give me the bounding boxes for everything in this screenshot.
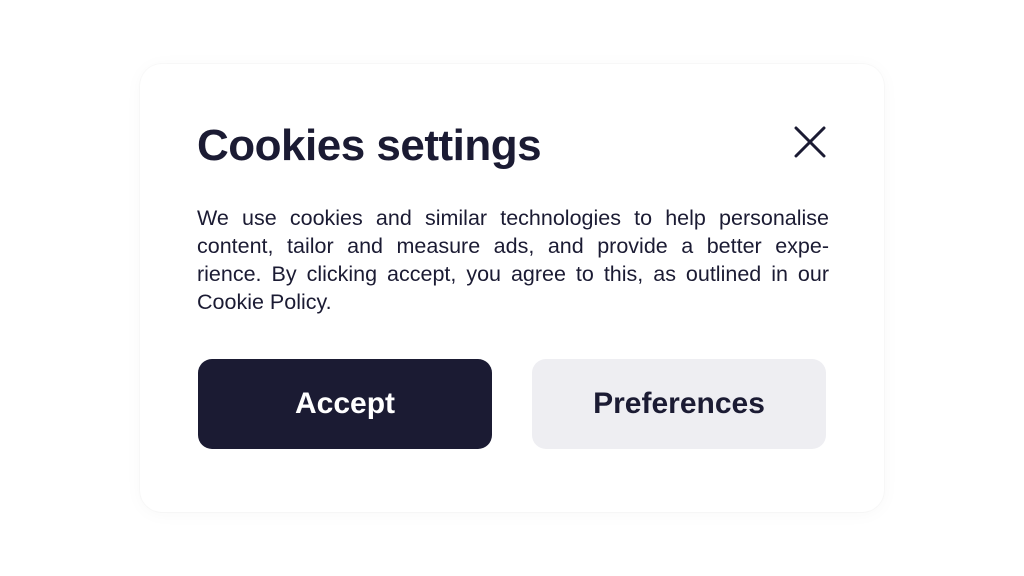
- cookie-settings-dialog: Cookies settings We use cookies and simi…: [140, 64, 884, 512]
- cookie-description: We use cookies and similar technologies …: [197, 204, 829, 316]
- description-line: content, tailor and measure ads, and pro…: [197, 234, 829, 258]
- description-line: Cookie Policy.: [197, 290, 332, 314]
- dialog-title: Cookies settings: [197, 121, 542, 170]
- close-button[interactable]: [790, 122, 830, 162]
- page-background: Cookies settings We use cookies and simi…: [0, 0, 1024, 576]
- description-line: We use cookies and similar technologies …: [197, 206, 829, 230]
- accept-button[interactable]: Accept: [198, 359, 492, 449]
- preferences-button[interactable]: Preferences: [532, 359, 826, 449]
- close-icon: [793, 125, 827, 159]
- description-line: rience. By clicking accept, you agree to…: [197, 262, 829, 286]
